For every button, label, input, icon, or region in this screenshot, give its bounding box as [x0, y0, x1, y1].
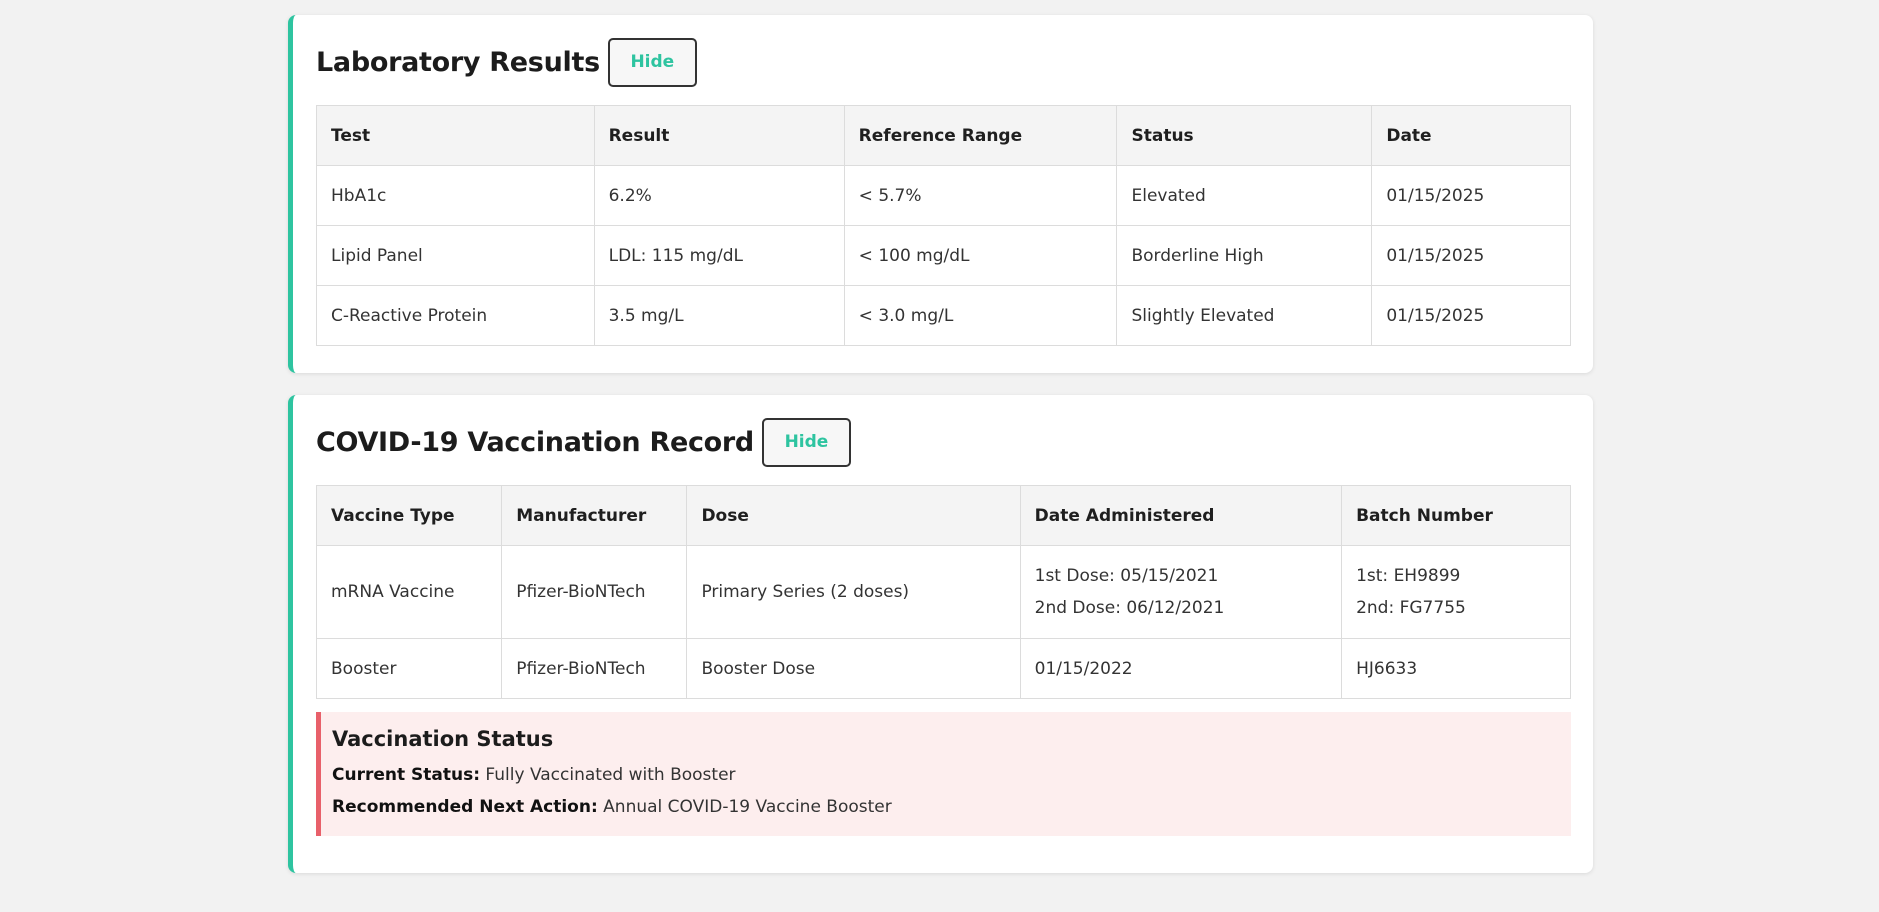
cell-vaccine-type: mRNA Vaccine [315, 545, 503, 639]
column-header-result: Result [593, 105, 845, 166]
table-row: mRNA Vaccine Pfizer-BioNTech Primary Ser… [315, 545, 1571, 639]
current-status-label: Current Status: [332, 765, 481, 785]
cell-dose: Primary Series (2 doses) [686, 545, 1021, 639]
vaccination-status-title: Vaccination Status [332, 727, 554, 751]
cell-manufacturer: Pfizer-BioNTech [501, 638, 688, 699]
lab-section-title: Laboratory Results [316, 46, 600, 78]
column-header-batch-number: Batch Number [1341, 485, 1571, 546]
cell-batch-number: HJ6633 [1341, 638, 1571, 699]
covid-section-header: COVID-19 Vaccination Record Hide [316, 417, 1571, 467]
column-header-dose: Dose [686, 485, 1021, 546]
column-header-manufacturer: Manufacturer [501, 485, 688, 546]
cell-date-administered: 01/15/2022 [1019, 638, 1343, 699]
laboratory-results-section: Laboratory Results Hide Test Result Refe… [288, 15, 1593, 373]
current-status-value: Fully Vaccinated with Booster [485, 765, 736, 785]
cell-test: C-Reactive Protein [316, 285, 595, 346]
next-action-line: Recommended Next Action: Annual COVID-19… [332, 791, 1557, 823]
cell-status: Elevated [1116, 165, 1373, 226]
column-header-date: Date [1371, 105, 1571, 166]
covid-hide-button[interactable]: Hide [761, 417, 851, 467]
cell-result: 3.5 mg/L [593, 285, 845, 346]
cell-test: Lipid Panel [316, 225, 595, 286]
cell-date: 01/15/2025 [1371, 225, 1571, 286]
column-header-date-administered: Date Administered [1019, 485, 1343, 546]
cell-date: 01/15/2025 [1371, 285, 1571, 346]
lab-section-header: Laboratory Results Hide [316, 37, 1571, 87]
cell-result: 6.2% [593, 165, 845, 226]
cell-reference-range: < 5.7% [843, 165, 1118, 226]
cell-status: Slightly Elevated [1116, 285, 1373, 346]
first-dose-date: 1st Dose: 05/15/2021 [1034, 566, 1219, 586]
cell-result: LDL: 115 mg/dL [593, 225, 845, 286]
vaccination-table: Vaccine Type Manufacturer Dose Date Admi… [315, 485, 1571, 699]
covid-section-title: COVID-19 Vaccination Record [316, 426, 754, 458]
column-header-status: Status [1116, 105, 1373, 166]
vaccination-status-alert: Vaccination Status Current Status: Fully… [316, 712, 1571, 836]
lab-results-table: Test Result Reference Range Status Date … [316, 105, 1571, 346]
table-header-row: Test Result Reference Range Status Date [316, 105, 1571, 166]
cell-date: 01/15/2025 [1371, 165, 1571, 226]
cell-manufacturer: Pfizer-BioNTech [501, 545, 688, 639]
lab-hide-button[interactable]: Hide [607, 37, 697, 87]
cell-dose: Booster Dose [686, 638, 1021, 699]
cell-batch-number: 1st: EH9899 2nd: FG7755 [1341, 545, 1571, 639]
next-action-value: Annual COVID-19 Vaccine Booster [603, 797, 892, 817]
table-header-row: Vaccine Type Manufacturer Dose Date Admi… [315, 485, 1571, 546]
first-batch-number: 1st: EH9899 [1356, 566, 1461, 586]
second-batch-number: 2nd: FG7755 [1356, 598, 1466, 618]
cell-reference-range: < 3.0 mg/L [843, 285, 1118, 346]
cell-test: HbA1c [316, 165, 595, 226]
next-action-label: Recommended Next Action: [332, 797, 598, 817]
cell-status: Borderline High [1116, 225, 1373, 286]
cell-date-administered: 1st Dose: 05/15/2021 2nd Dose: 06/12/202… [1019, 545, 1343, 639]
table-row: HbA1c 6.2% < 5.7% Elevated 01/15/2025 [316, 165, 1571, 226]
cell-vaccine-type: Booster [315, 638, 503, 699]
table-row: C-Reactive Protein 3.5 mg/L < 3.0 mg/L S… [316, 285, 1571, 346]
table-row: Booster Pfizer-BioNTech Booster Dose 01/… [315, 638, 1571, 699]
second-dose-date: 2nd Dose: 06/12/2021 [1034, 598, 1225, 618]
current-status-line: Current Status: Fully Vaccinated with Bo… [332, 759, 1557, 791]
column-header-reference-range: Reference Range [843, 105, 1118, 166]
table-row: Lipid Panel LDL: 115 mg/dL < 100 mg/dL B… [316, 225, 1571, 286]
cell-reference-range: < 100 mg/dL [843, 225, 1118, 286]
column-header-vaccine-type: Vaccine Type [315, 485, 503, 546]
column-header-test: Test [316, 105, 595, 166]
covid-vaccination-section: COVID-19 Vaccination Record Hide Vaccine… [288, 395, 1593, 873]
